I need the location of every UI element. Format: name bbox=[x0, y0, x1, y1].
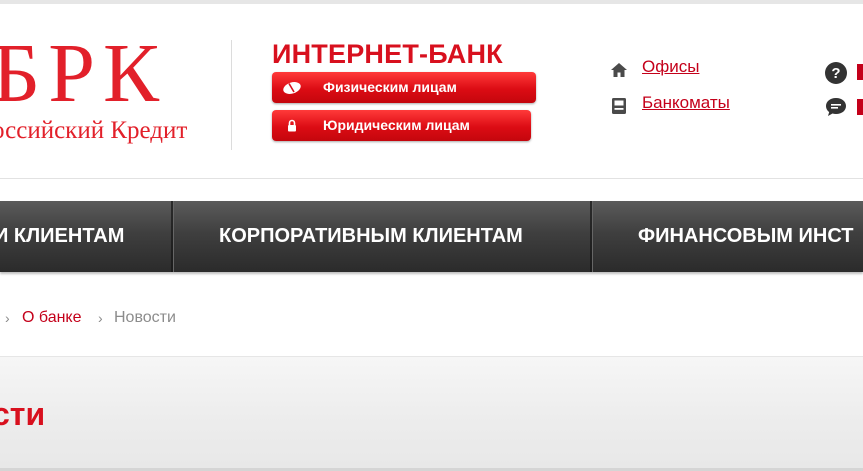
chat-icon[interactable] bbox=[824, 95, 848, 119]
breadcrumb-about[interactable]: О банке bbox=[22, 306, 82, 330]
offices-link[interactable]: Офисы bbox=[642, 57, 699, 77]
legal-entities-login-button[interactable]: Юридическим лицам bbox=[272, 110, 531, 141]
legal-entities-login-label: Юридическим лицам bbox=[323, 117, 470, 133]
breadcrumb-current: Новости bbox=[114, 309, 176, 326]
menu-separator bbox=[590, 201, 593, 272]
bank-logo[interactable]: БРК bbox=[0, 32, 167, 116]
individuals-login-label: Физическим лицам bbox=[323, 79, 457, 95]
site-header: БРК оссийский Кредит ИНТЕРНЕТ-БАНК Физич… bbox=[0, 4, 863, 180]
breadcrumb-chevron-icon: › bbox=[98, 310, 103, 326]
page-title-band: сти bbox=[0, 356, 863, 469]
help-icon[interactable]: ? bbox=[824, 61, 848, 85]
menu-item-financial-institutions[interactable]: Финансовым инст bbox=[638, 201, 854, 272]
feedback-link-fragment[interactable] bbox=[857, 99, 863, 115]
menu-item-individuals[interactable]: и клиентам bbox=[0, 201, 124, 272]
header-divider bbox=[231, 40, 232, 150]
breadcrumb-chevron-icon: › bbox=[5, 310, 10, 326]
help-link-fragment[interactable] bbox=[857, 64, 863, 80]
lock-icon bbox=[288, 119, 296, 132]
page-title: сти bbox=[0, 396, 46, 432]
header-separator bbox=[0, 178, 863, 179]
menu-item-corporate[interactable]: Корпоративным клиентам bbox=[219, 201, 523, 272]
internet-bank-title: ИНТЕРНЕТ-БАНК bbox=[272, 39, 503, 69]
bank-logo-subtitle: оссийский Кредит bbox=[0, 117, 188, 144]
mouse-icon bbox=[283, 82, 301, 94]
atm-icon bbox=[612, 98, 626, 114]
individuals-login-button[interactable]: Физическим лицам bbox=[272, 72, 536, 103]
home-icon bbox=[611, 63, 627, 77]
svg-text:?: ? bbox=[831, 65, 840, 82]
menu-separator bbox=[171, 201, 174, 272]
main-menu: и клиентам Корпоративным клиентам Финанс… bbox=[0, 201, 863, 272]
atms-link[interactable]: Банкоматы bbox=[642, 93, 730, 113]
